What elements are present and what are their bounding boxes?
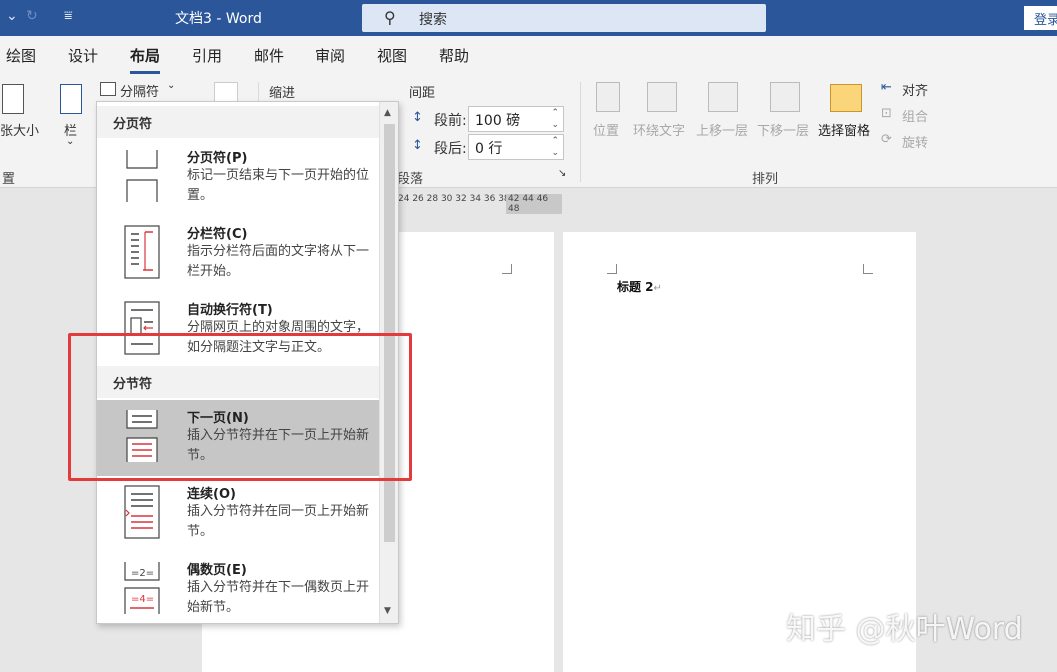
horizontal-ruler[interactable]: 24 26 28 30 32 34 36 38 42 44 46 48 — [396, 192, 562, 214]
quick-access-menu-icon[interactable]: ⩸ — [64, 8, 73, 24]
ruler-margin-ticks: 42 44 46 48 — [506, 194, 562, 214]
indent-label: 缩进 — [269, 86, 296, 101]
scroll-up-icon[interactable]: ▲ — [384, 108, 391, 118]
customize-chevron-icon[interactable]: ⌄ — [6, 8, 18, 24]
tab-draw[interactable]: 绘图 — [6, 45, 36, 66]
paragraph-mark: ↵ — [653, 283, 662, 294]
margin-corner — [502, 264, 512, 274]
tab-layout[interactable]: 布局 — [130, 45, 161, 74]
tab-mailings[interactable]: 邮件 — [254, 45, 284, 66]
breaks-chevron-icon: ⌄ — [167, 80, 176, 91]
align-icon: ⇤ — [881, 80, 892, 95]
menu-item-column-break[interactable]: 分栏符(C) 指示分栏符后面的文字将从下一栏开始。 — [97, 216, 379, 292]
menu-item-title: 分栏符(C) — [187, 227, 248, 242]
scroll-down-icon[interactable]: ▼ — [384, 606, 391, 616]
menu-item-title: 连续(O) — [187, 487, 236, 502]
rotate-icon: ⟳ — [881, 132, 892, 147]
breaks-button[interactable]: 分隔符 — [120, 81, 159, 100]
ruler-ticks: 24 26 28 30 32 34 36 38 — [398, 194, 510, 204]
space-after-icon: ↕ — [412, 138, 423, 153]
menu-item-continuous[interactable]: 连续(O) 插入分节符并在同一页上开始新节。 — [97, 476, 379, 552]
rotate-button[interactable]: 旋转 — [902, 132, 928, 151]
space-before-stepper-icon[interactable]: ⌃ ⌄ — [551, 107, 559, 131]
space-before-icon: ↕ — [412, 110, 423, 125]
selection-pane-icon — [830, 84, 862, 112]
menu-item-page-break[interactable]: 分页符(P) 标记一页结束与下一页开始的位置。 — [97, 140, 379, 216]
tab-review[interactable]: 审阅 — [315, 45, 345, 66]
wrap-text-icon — [647, 82, 677, 112]
columns-chevron-icon: ⌄ — [66, 136, 75, 147]
space-before-label: 段前: — [434, 113, 467, 129]
page-breaks-header: 分页符 — [97, 106, 379, 138]
even-page-section-break-icon: =2= =4= — [124, 562, 160, 614]
ribbon-tabs: 绘图 设计 布局 引用 邮件 审阅 视图 帮助 — [0, 36, 1057, 74]
menu-item-description: 插入分节符并在同一页上开始新节。 — [187, 504, 370, 539]
menu-item-even-page[interactable]: =2= =4= 偶数页(E) 插入分节符并在下一偶数页上开始新节。 — [97, 552, 379, 623]
even-page-thumb-bottom: =4= — [131, 594, 154, 605]
paragraph-launcher-icon[interactable]: ↘ — [558, 168, 566, 179]
heading-label: 标题 2 — [617, 280, 654, 294]
search-placeholder: 搜索 — [419, 12, 447, 28]
title-bar: ⌄ ↻ ⩸ 文档3 - Word ⚲ 搜索 登录 — [0, 0, 1057, 36]
paragraph-group-label: 段落 — [397, 172, 424, 187]
selection-pane-button[interactable]: 选择窗格 — [818, 120, 870, 139]
arrange-group-label: 排列 — [752, 172, 779, 187]
divider — [580, 82, 581, 182]
space-before-value: 100 磅 — [475, 113, 521, 129]
login-button[interactable]: 登录 — [1024, 6, 1057, 30]
send-backward-icon — [770, 82, 800, 112]
space-before-input[interactable]: 100 磅 ⌃ ⌄ — [468, 106, 564, 132]
even-page-thumb-top: =2= — [131, 568, 154, 579]
group-icon: ⊡ — [881, 106, 892, 121]
breaks-icon — [100, 82, 116, 96]
space-after-stepper-icon[interactable]: ⌃ ⌄ — [551, 135, 559, 159]
margin-corner — [863, 264, 873, 274]
wrap-text-button[interactable]: 环绕文字 — [633, 120, 685, 139]
page-size-icon — [2, 84, 24, 114]
watermark: 知乎 @秋叶Word — [786, 612, 1023, 647]
space-after-value: 0 行 — [475, 141, 503, 157]
group-button[interactable]: 组合 — [902, 106, 928, 125]
search-icon: ⚲ — [384, 8, 396, 27]
tab-view[interactable]: 视图 — [377, 45, 407, 66]
document-title: 文档3 - Word — [175, 11, 262, 27]
bring-forward-button[interactable]: 上移一层 — [696, 120, 748, 139]
spacing-label: 间距 — [409, 86, 436, 101]
send-backward-button[interactable]: 下移一层 — [757, 120, 809, 139]
column-break-icon — [124, 225, 160, 279]
menu-item-description: 插入分节符并在下一偶数页上开始新节。 — [187, 580, 370, 615]
columns-icon — [60, 84, 82, 114]
margin-corner — [607, 264, 617, 274]
space-after-input[interactable]: 0 行 ⌃ ⌄ — [468, 134, 564, 160]
bring-forward-icon — [708, 82, 738, 112]
search-box[interactable]: ⚲ 搜索 — [362, 4, 766, 32]
menu-item-title: 分页符(P) — [187, 151, 248, 166]
redo-icon[interactable]: ↻ — [26, 8, 38, 24]
menu-item-description: 标记一页结束与下一页开始的位置。 — [187, 168, 370, 203]
highlight-annotation — [68, 333, 412, 481]
heading-text[interactable]: 标题 2↵ — [617, 278, 662, 295]
tab-references[interactable]: 引用 — [192, 45, 222, 66]
tab-design[interactable]: 设计 — [68, 45, 98, 66]
tab-help[interactable]: 帮助 — [439, 45, 469, 66]
position-button[interactable]: 位置 — [593, 120, 619, 139]
menu-item-description: 指示分栏符后面的文字将从下一栏开始。 — [187, 244, 370, 279]
page-size-button[interactable]: 张大小 — [0, 120, 39, 139]
space-after-label: 段后: — [434, 141, 467, 157]
menu-item-title: 偶数页(E) — [187, 563, 247, 578]
align-button[interactable]: 对齐 — [902, 80, 928, 99]
page-break-icon — [126, 150, 158, 202]
position-icon — [596, 82, 620, 112]
continuous-section-break-icon — [124, 485, 160, 539]
menu-item-title: 自动换行符(T) — [187, 303, 273, 318]
page-setup-group-label: 置 — [2, 172, 16, 187]
